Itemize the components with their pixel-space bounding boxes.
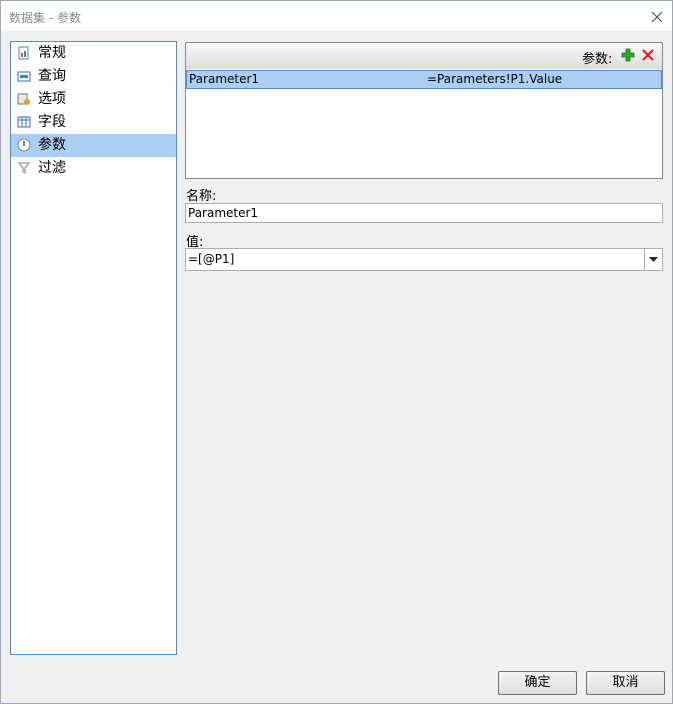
chevron-down-icon bbox=[649, 257, 658, 262]
parameters-list: 参数: Parameter1 =Parameters!P1.Value bbox=[185, 42, 663, 179]
sidebar-item-label: 查询 bbox=[38, 68, 66, 84]
sidebar-item-options[interactable]: 选项 bbox=[11, 88, 176, 111]
ok-button[interactable]: 确定 bbox=[498, 671, 577, 695]
close-button[interactable] bbox=[647, 7, 667, 27]
options-icon bbox=[17, 93, 30, 105]
delete-parameter-button[interactable] bbox=[640, 47, 656, 63]
report-icon bbox=[18, 46, 29, 60]
name-label: 名称: bbox=[186, 189, 217, 204]
sidebar-item-fields[interactable]: 字段 bbox=[11, 111, 176, 134]
window-title: 数据集 - 参数 bbox=[9, 11, 81, 25]
parameter-icon bbox=[17, 138, 31, 152]
parameters-toolbar-label: 参数: bbox=[582, 52, 613, 67]
sidebar-nav: 常规 查询 选项 字段 参数 过滤 bbox=[10, 41, 177, 655]
close-icon bbox=[651, 11, 663, 23]
parameter-row[interactable]: Parameter1 =Parameters!P1.Value bbox=[186, 70, 662, 89]
value-combobox-text: =[@P1] bbox=[188, 252, 235, 266]
database-query-icon bbox=[17, 71, 31, 82]
title-bar: 数据集 - 参数 bbox=[1, 1, 672, 31]
parameter-value-cell: =Parameters!P1.Value bbox=[427, 72, 563, 86]
sidebar-item-label: 选项 bbox=[38, 91, 66, 107]
name-field[interactable]: Parameter1 bbox=[185, 203, 663, 223]
sidebar-item-parameters[interactable]: 参数 bbox=[11, 134, 176, 157]
sidebar-item-label: 参数 bbox=[38, 137, 66, 153]
value-dropdown-button[interactable] bbox=[644, 249, 662, 270]
sidebar-item-general[interactable]: 常规 bbox=[11, 42, 176, 65]
add-parameter-button[interactable] bbox=[620, 47, 636, 63]
sidebar-item-query[interactable]: 查询 bbox=[11, 65, 176, 88]
parameters-toolbar: 参数: bbox=[186, 43, 662, 69]
parameter-name-cell: Parameter1 bbox=[189, 72, 260, 86]
cancel-button[interactable]: 取消 bbox=[586, 671, 665, 695]
sidebar-item-filter[interactable]: 过滤 bbox=[11, 157, 176, 180]
sidebar-item-label: 字段 bbox=[38, 114, 66, 130]
value-combobox[interactable]: =[@P1] bbox=[185, 248, 663, 271]
filter-icon bbox=[17, 162, 31, 174]
plus-icon bbox=[621, 48, 635, 62]
fields-icon bbox=[17, 116, 31, 128]
delete-icon bbox=[642, 49, 654, 61]
dataset-dialog: 数据集 - 参数 常规 查询 选项 字段 参数 过滤 参数: Parameter… bbox=[0, 0, 673, 704]
sidebar-item-label: 过滤 bbox=[38, 160, 66, 176]
sidebar-item-label: 常规 bbox=[38, 45, 66, 61]
